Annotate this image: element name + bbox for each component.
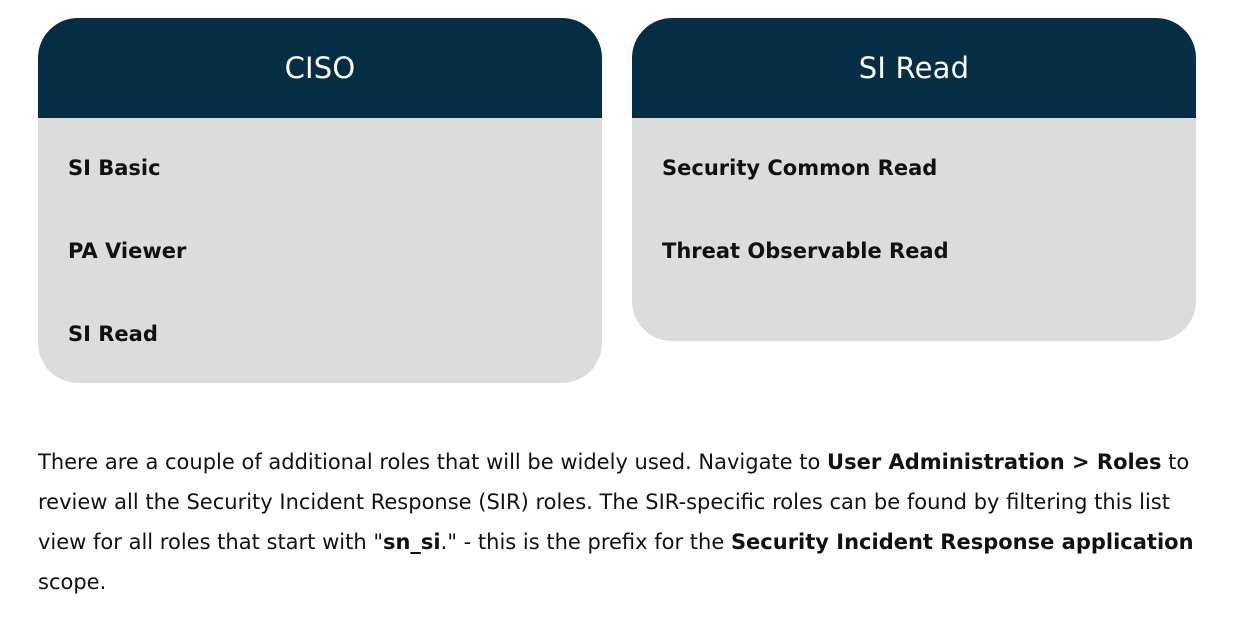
si-read-card-title: SI Read (632, 18, 1196, 118)
paragraph-text: scope. (38, 570, 107, 594)
ciso-role-item: PA Viewer (68, 239, 187, 263)
roles-explanation-paragraph: There are a couple of additional roles t… (38, 442, 1198, 602)
ciso-card-title: CISO (38, 18, 602, 118)
application-scope-text: Security Incident Response application (730, 530, 1194, 554)
si-read-role-item: Threat Observable Read (662, 239, 949, 263)
si-read-role-card: SI Read Security Common Read Threat Obse… (632, 18, 1196, 341)
ciso-card-body: SI Basic PA Viewer SI Read (38, 118, 602, 383)
si-read-role-item: Security Common Read (662, 156, 938, 180)
paragraph-text: ." - this is the prefix for the (440, 530, 731, 554)
ciso-role-card: CISO SI Basic PA Viewer SI Read (38, 18, 602, 383)
ciso-role-item: SI Read (68, 322, 158, 346)
si-read-card-body: Security Common Read Threat Observable R… (632, 118, 1196, 318)
navigation-path-text: User Administration > Roles (827, 450, 1162, 474)
paragraph-text: There are a couple of additional roles t… (38, 450, 828, 474)
prefix-text: sn_si (382, 530, 441, 554)
ciso-role-item: SI Basic (68, 156, 161, 180)
